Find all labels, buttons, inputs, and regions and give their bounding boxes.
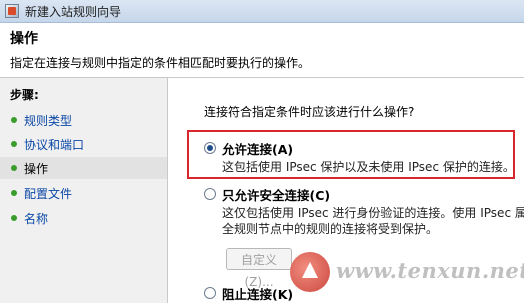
step-bullet-icon — [11, 117, 17, 123]
allow-connection-description: 这包括使用 IPsec 保护以及未使用 IPsec 保护的连接。 — [222, 160, 515, 174]
step-bullet-icon — [11, 190, 17, 196]
step-label: 配置文件 — [24, 187, 73, 201]
step-label: 操作 — [24, 162, 49, 176]
watermark-text: www.tenxun.net — [336, 258, 524, 283]
window-title: 新建入站规则向导 — [25, 5, 122, 19]
step-name[interactable]: 名称 — [0, 207, 167, 229]
step-bullet-icon — [11, 141, 17, 147]
step-rule-type[interactable]: 规则类型 — [0, 109, 167, 131]
steps-sidebar: 步骤: 规则类型 协议和端口 操作 配置文件 名称 — [0, 78, 168, 303]
secure-connection-label[interactable]: 只允许安全连接(C) — [222, 185, 330, 204]
allow-connection-radio[interactable] — [204, 142, 216, 154]
wizard-app-icon — [5, 4, 19, 18]
step-label: 名称 — [24, 212, 49, 226]
secure-connection-description-2: 全规则节点中的规则的连接将受到保护。 — [222, 222, 439, 236]
action-question: 连接符合指定条件时应该进行什么操作? — [204, 105, 415, 119]
block-connection-radio[interactable] — [204, 287, 216, 299]
allow-connection-label[interactable]: 允许连接(A) — [222, 139, 293, 158]
step-protocol-ports[interactable]: 协议和端口 — [0, 133, 167, 155]
secure-connection-description-1: 这仅包括使用 IPsec 进行身份验证的连接。使用 IPsec 属 — [222, 206, 524, 220]
steps-heading: 步骤: — [10, 88, 39, 102]
step-label: 规则类型 — [24, 114, 73, 128]
wizard-header: 操作 指定在连接与规则中指定的条件相匹配时要执行的操作。 — [0, 23, 524, 78]
block-connection-label[interactable]: 阻止连接(K) — [222, 284, 293, 303]
customize-button[interactable]: 自定义(Z)... — [226, 248, 292, 289]
page-description: 指定在连接与规则中指定的条件相匹配时要执行的操作。 — [10, 56, 311, 70]
step-label: 协议和端口 — [24, 138, 85, 152]
step-bullet-icon — [11, 215, 17, 221]
watermark: www.tenxun.net — [290, 250, 524, 300]
watermark-logo-icon — [290, 252, 330, 292]
step-bullet-icon — [11, 165, 17, 171]
step-action[interactable]: 操作 — [0, 157, 167, 179]
step-profile[interactable]: 配置文件 — [0, 182, 167, 204]
title-bar: 新建入站规则向导 — [0, 0, 524, 23]
secure-connection-radio[interactable] — [204, 188, 216, 200]
page-title: 操作 — [10, 31, 38, 47]
